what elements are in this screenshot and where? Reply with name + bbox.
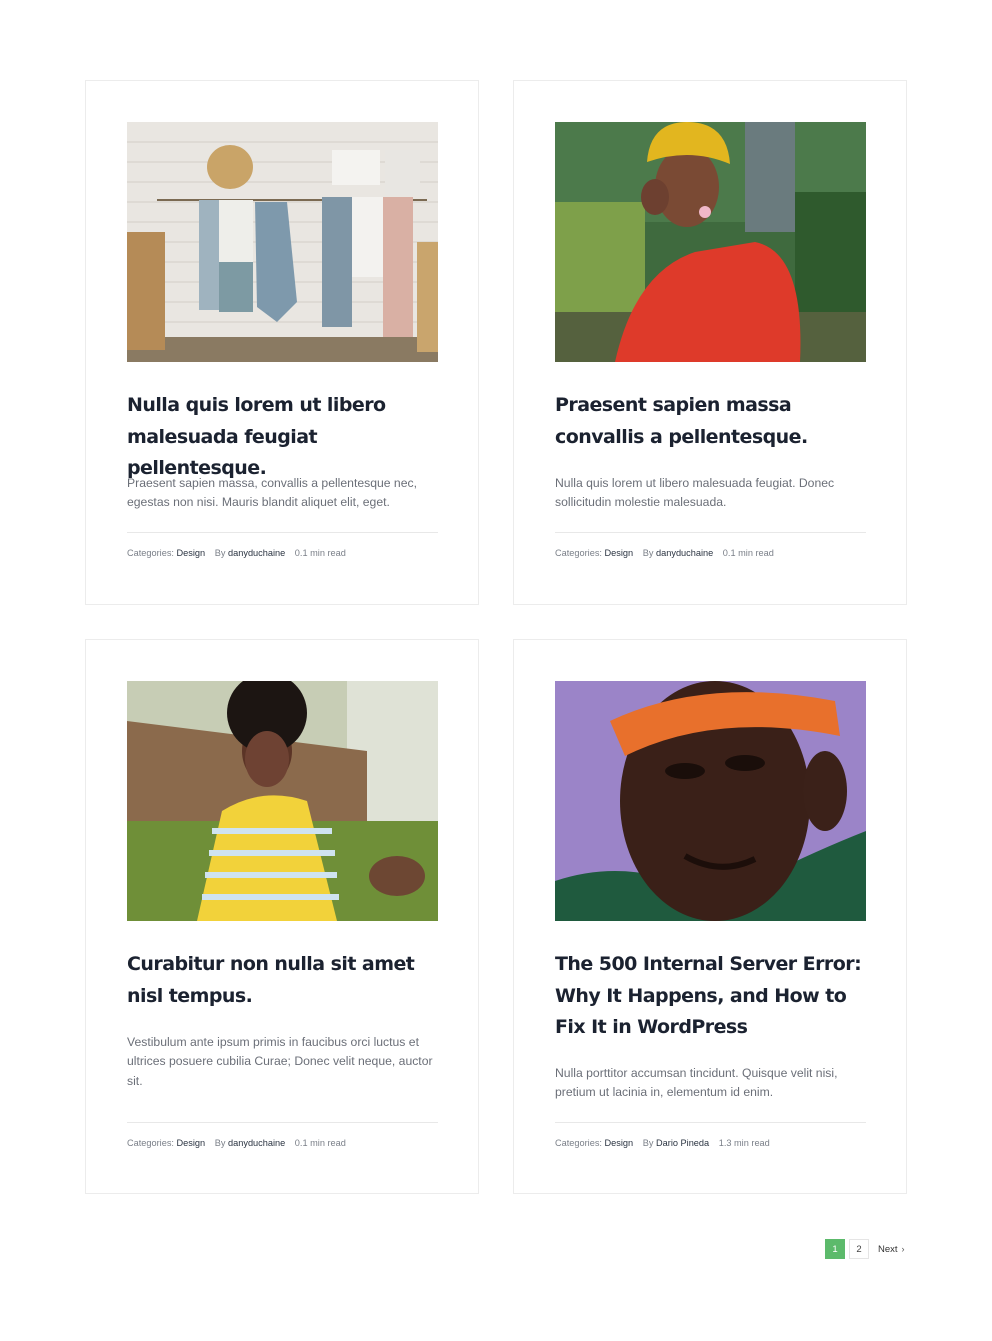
post-meta: Categories: Design By danyduchaine 0.1 m…	[127, 1138, 443, 1148]
post-excerpt: Nulla quis lorem ut libero malesuada feu…	[555, 476, 835, 510]
post-title[interactable]: The 500 Internal Server Error: Why It Ha…	[555, 949, 871, 1044]
post-title[interactable]: Praesent sapien massa convallis a pellen…	[555, 390, 871, 453]
next-label: Next	[878, 1243, 898, 1255]
category-link[interactable]: Design	[177, 1138, 206, 1148]
post-thumbnail-orange-bandana[interactable]	[555, 681, 866, 921]
post-excerpt: Vestibulum ante ipsum primis in faucibus…	[127, 1035, 433, 1088]
by-label: By	[214, 1138, 226, 1148]
post-card: The 500 Internal Server Error: Why It Ha…	[513, 639, 907, 1194]
author-link[interactable]: danyduchaine	[228, 548, 285, 558]
pagination: 1 2 Next ›	[825, 1239, 905, 1259]
category-link[interactable]: Design	[605, 1138, 634, 1148]
post-title[interactable]: Curabitur non nulla sit amet nisl tempus…	[127, 949, 443, 1012]
by-label: By	[214, 548, 226, 558]
post-excerpt: Nulla porttitor accumsan tincidunt. Quis…	[555, 1066, 838, 1100]
categories-label: Categories:	[127, 1138, 174, 1148]
post-grid: Nulla quis lorem ut libero malesuada feu…	[0, 0, 992, 1341]
categories-label: Categories:	[555, 1138, 602, 1148]
post-meta: Categories: Design By danyduchaine 0.1 m…	[555, 548, 871, 558]
post-excerpt: Praesent sapien massa, convallis a pelle…	[127, 476, 417, 510]
categories-label: Categories:	[127, 548, 174, 558]
read-time: 0.1 min read	[294, 548, 346, 558]
post-divider	[127, 532, 438, 533]
post-thumbnail-yellow-beanie[interactable]	[555, 122, 866, 362]
next-page-link[interactable]: Next ›	[878, 1244, 905, 1255]
post-thumbnail-striped-shirt[interactable]	[127, 681, 438, 921]
chevron-right-icon: ›	[901, 1244, 905, 1254]
author-link[interactable]: danyduchaine	[656, 548, 713, 558]
page-2-link[interactable]: 2	[849, 1239, 869, 1259]
read-time: 0.1 min read	[294, 1138, 346, 1148]
category-link[interactable]: Design	[605, 548, 634, 558]
by-label: By	[642, 548, 654, 558]
post-divider	[127, 1122, 438, 1123]
category-link[interactable]: Design	[177, 548, 206, 558]
post-divider	[555, 532, 866, 533]
post-meta: Categories: Design By Dario Pineda 1.3 m…	[555, 1138, 871, 1148]
by-label: By	[642, 1138, 654, 1148]
post-meta: Categories: Design By danyduchaine 0.1 m…	[127, 548, 443, 558]
post-title[interactable]: Nulla quis lorem ut libero malesuada feu…	[127, 390, 443, 485]
read-time: 1.3 min read	[718, 1138, 770, 1148]
page-1-current[interactable]: 1	[825, 1239, 845, 1259]
author-link[interactable]: danyduchaine	[228, 1138, 285, 1148]
post-card: Nulla quis lorem ut libero malesuada feu…	[85, 80, 479, 605]
read-time: 0.1 min read	[722, 548, 774, 558]
post-thumbnail-clothing-rack[interactable]	[127, 122, 438, 362]
author-link[interactable]: Dario Pineda	[656, 1138, 709, 1148]
categories-label: Categories:	[555, 548, 602, 558]
post-divider	[555, 1122, 866, 1123]
post-card: Praesent sapien massa convallis a pellen…	[513, 80, 907, 605]
post-card: Curabitur non nulla sit amet nisl tempus…	[85, 639, 479, 1194]
